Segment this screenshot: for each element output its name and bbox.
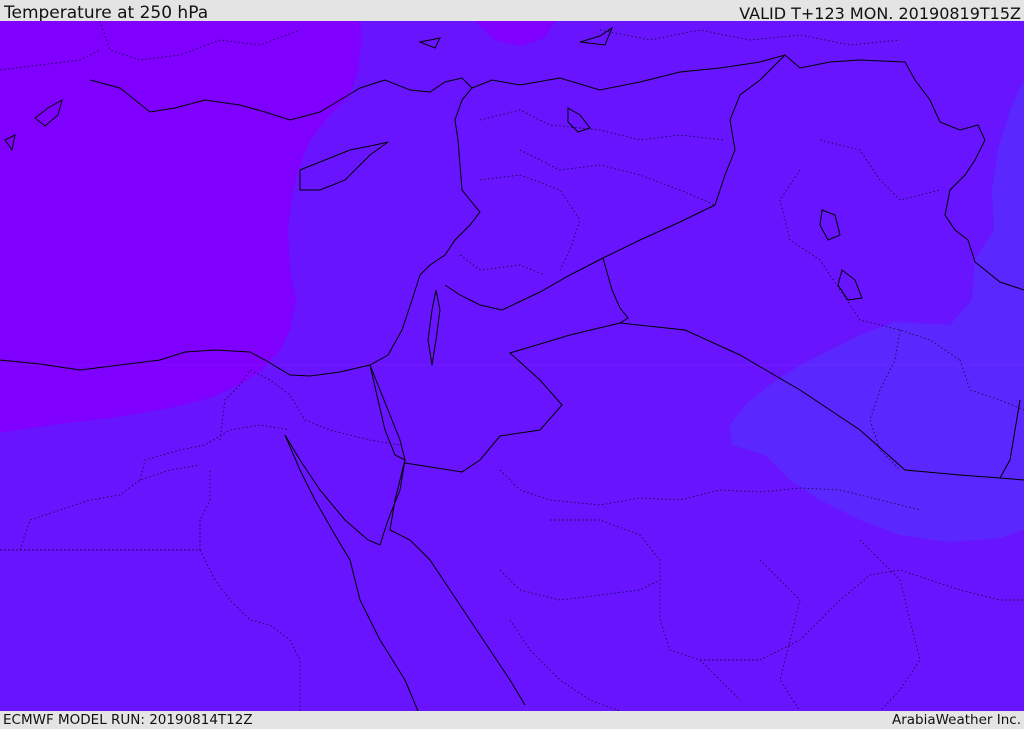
weather-map[interactable] <box>0 21 1024 711</box>
map-title: Temperature at 250 hPa <box>4 3 209 23</box>
header-bar: Temperature at 250 hPa VALID T+123 MON. … <box>0 0 1024 23</box>
credit: ArabiaWeather Inc. <box>891 712 1021 728</box>
model-run: ECMWF MODEL RUN: 20190814T12Z <box>3 712 253 728</box>
footer-bar: ECMWF MODEL RUN: 20190814T12Z ArabiaWeat… <box>0 711 1024 729</box>
